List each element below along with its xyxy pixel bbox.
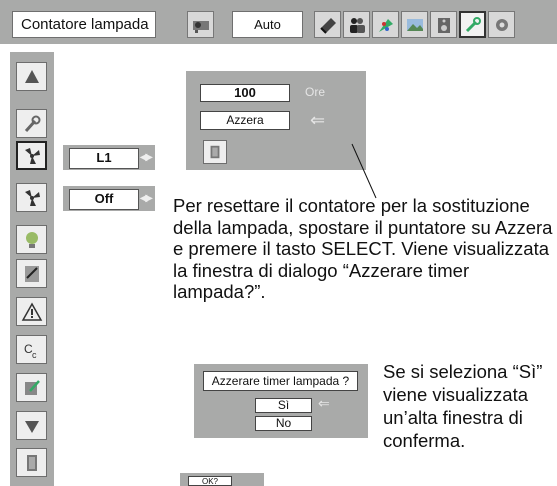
yes-button[interactable]: Sì	[255, 398, 312, 413]
instructions-text: Per resettare il contatore per la sostit…	[173, 195, 553, 303]
no-button[interactable]: No	[255, 416, 312, 431]
ok-label: OK?	[188, 476, 232, 486]
confirm-question: Azzerare timer lampada ?	[203, 371, 358, 391]
side-note-text: Se si seleziona “Sì” viene visualizzata …	[383, 361, 543, 451]
pointer-arrow-icon: ⇐	[318, 395, 330, 411]
